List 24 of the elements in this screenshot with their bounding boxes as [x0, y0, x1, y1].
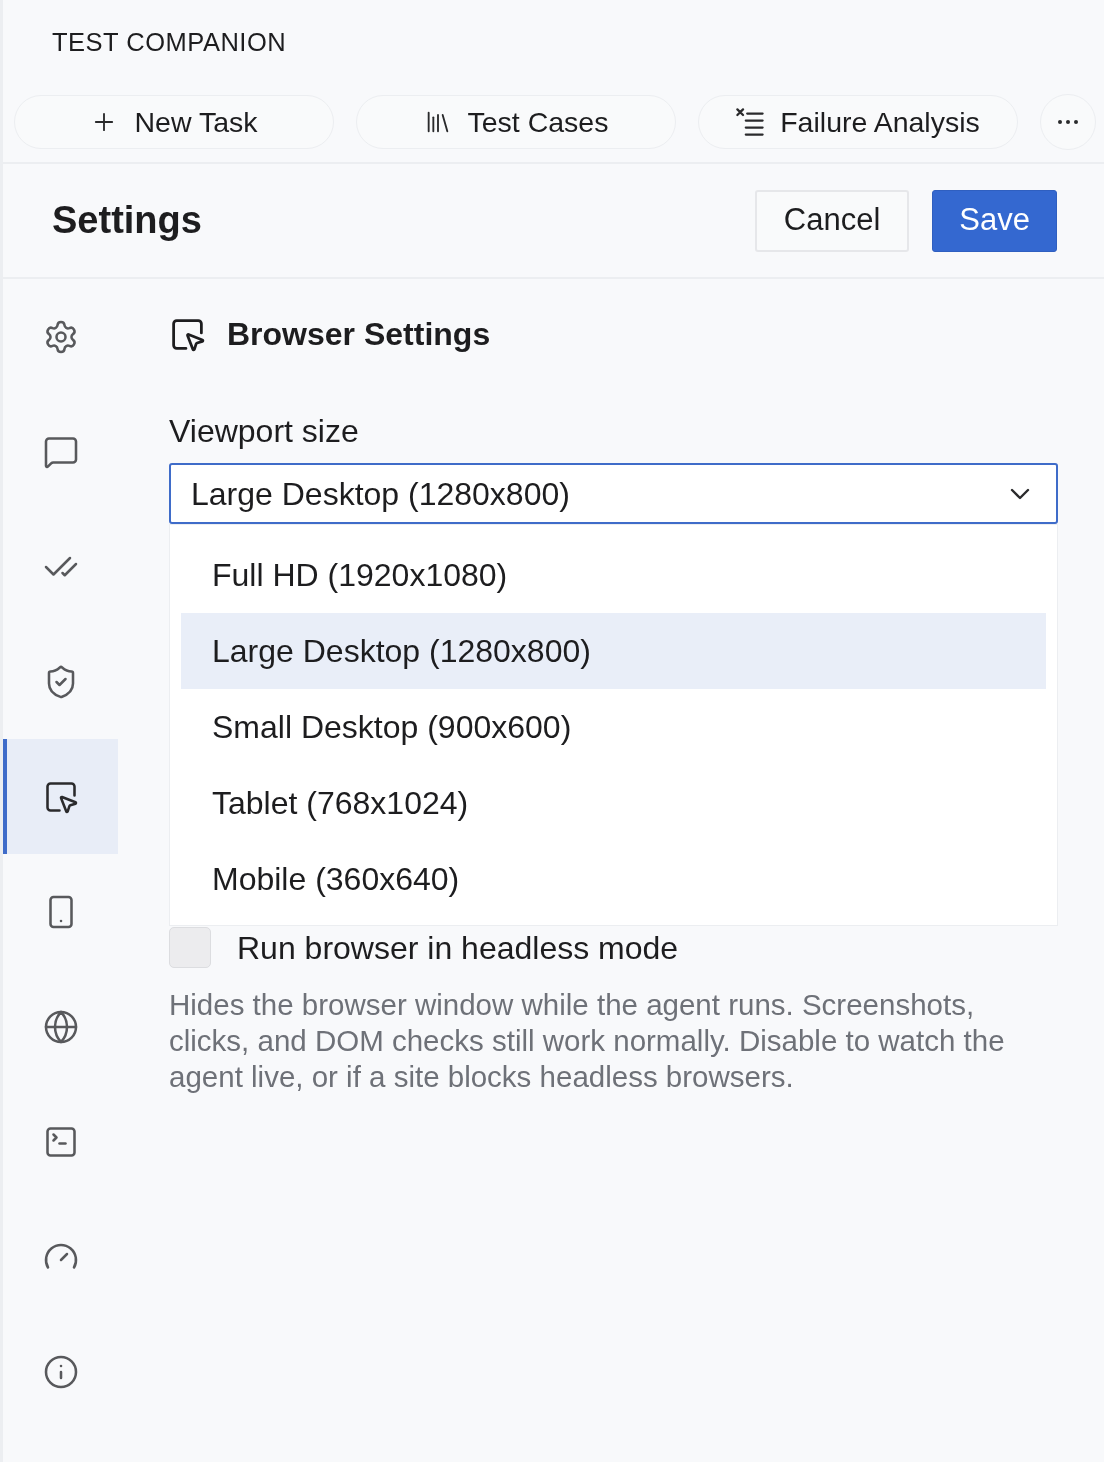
info-icon: [42, 1353, 79, 1390]
checkbox[interactable]: [169, 927, 211, 968]
viewport-select[interactable]: Large Desktop (1280x800): [169, 463, 1058, 524]
toolbar-button[interactable]: Test Cases: [356, 95, 676, 149]
section-title: Browser Settings: [227, 316, 491, 352]
more-button[interactable]: [1040, 94, 1096, 150]
help-text: Hides the browser window while the agent runs. Screenshots, clicks, and DOM checks still work normally. Disable to watch the agent live, or if a site blocks headless browsers.: [169, 987, 1006, 1095]
more-icon: [1058, 120, 1078, 124]
toolbar-button[interactable]: Failure Analysis: [698, 95, 1018, 149]
dropdown-option[interactable]: Tablet (768x1024): [181, 765, 1046, 841]
page-title: Settings: [52, 198, 202, 243]
checkbox-label: Run browser in headless mode: [237, 929, 679, 966]
cancel-button[interactable]: Cancel: [754, 189, 910, 252]
field-label: Viewport size: [169, 413, 360, 449]
dropdown-option[interactable]: Small Desktop (900x600): [181, 689, 1046, 765]
toolbar-button[interactable]: New Task: [14, 95, 334, 149]
globe-icon: [42, 1008, 79, 1045]
dropdown-option[interactable]: Mobile (360x640): [181, 841, 1046, 917]
save-button[interactable]: Save: [932, 189, 1057, 252]
list-x-icon: [736, 108, 765, 136]
dropdown-option[interactable]: Full HD (1920x1080): [181, 537, 1046, 613]
sidebar-tab[interactable]: [3, 739, 118, 854]
dropdown-option[interactable]: Large Desktop (1280x800): [181, 613, 1046, 689]
app-title: TEST COMPANION: [52, 28, 287, 56]
